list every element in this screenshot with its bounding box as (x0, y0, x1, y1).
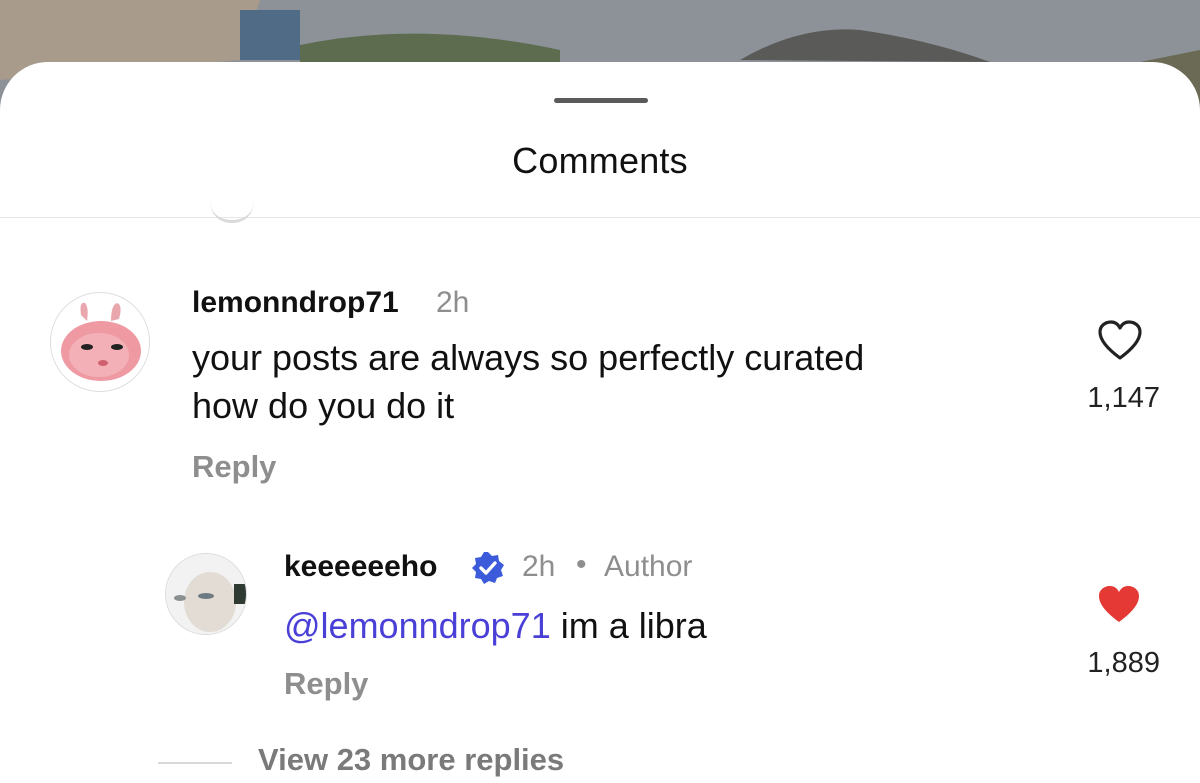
reply-username[interactable]: keeeeeeho (284, 550, 437, 584)
like-count: 1,147 (1087, 382, 1160, 414)
mention-link[interactable]: @lemonndrop71 (284, 605, 551, 646)
sheet-title: Comments (512, 140, 688, 181)
view-more-divider (158, 762, 232, 764)
view-more-replies-button[interactable]: View 23 more replies (258, 742, 564, 778)
header-divider (0, 217, 1200, 218)
heart-outline-icon (1098, 320, 1142, 360)
avatar[interactable] (50, 292, 150, 392)
sheet-drag-handle[interactable] (554, 98, 648, 103)
pink-creature-avatar-icon (51, 293, 149, 391)
like-button[interactable] (1096, 584, 1142, 626)
face-avatar-icon (166, 554, 246, 634)
like-button[interactable] (1097, 320, 1143, 362)
like-count: 1,889 (1087, 647, 1160, 679)
comment-text-line: how do you do it (192, 385, 455, 426)
comments-sheet: Comments lemonndrop71 2h your posts are … (0, 62, 1200, 783)
reply-text-body: im a libra (550, 605, 707, 646)
reply-button[interactable]: Reply (192, 449, 276, 485)
avatar[interactable] (165, 553, 247, 635)
author-badge: Author (604, 550, 693, 583)
reply-text: @lemonndrop71 im a libra (284, 602, 707, 650)
reply-time: 2h (522, 550, 556, 583)
comment-text-line: your posts are always so perfectly curat… (192, 337, 865, 378)
dot-separator: • (576, 548, 587, 581)
reply-button[interactable]: Reply (284, 666, 368, 702)
comment-username[interactable]: lemonndrop71 (192, 286, 399, 320)
verified-badge-icon (470, 550, 506, 586)
heart-filled-icon (1099, 586, 1139, 622)
comment-text: your posts are always so perfectly curat… (192, 334, 864, 430)
comment-time: 2h (436, 286, 470, 319)
previous-avatar-edge (210, 202, 254, 223)
